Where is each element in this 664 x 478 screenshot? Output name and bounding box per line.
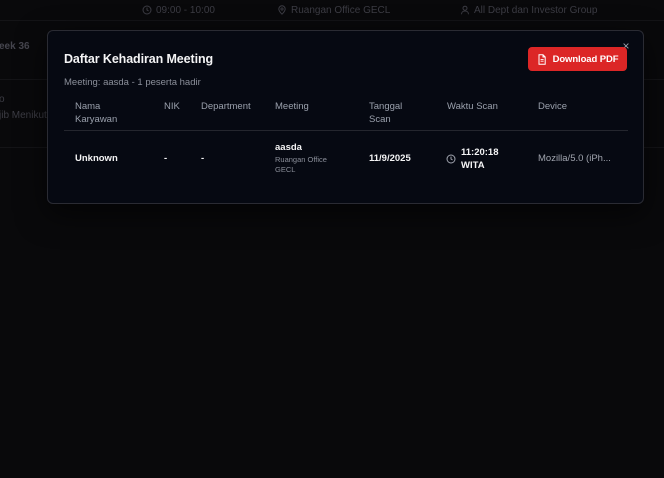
cell-tanggal: 11/9/2025 bbox=[369, 153, 411, 164]
download-pdf-button[interactable]: Download PDF bbox=[528, 47, 627, 71]
cell-nik: - bbox=[164, 153, 168, 164]
cell-department: - bbox=[201, 153, 205, 164]
col-tanggal-scan: Tanggal Scan bbox=[369, 101, 403, 125]
cell-meeting: aasda Ruangan Office GECL bbox=[275, 142, 327, 175]
col-meeting: Meeting bbox=[275, 101, 309, 112]
meeting-name: aasda bbox=[275, 142, 302, 153]
bg-schedule-row: 09:00 - 10:00 Ruangan Office GECL All De… bbox=[0, 0, 664, 21]
file-icon bbox=[538, 53, 546, 65]
col-waktu-scan: Waktu Scan bbox=[447, 101, 498, 112]
col-device: Device bbox=[538, 101, 568, 112]
user-icon bbox=[461, 5, 469, 15]
meeting-location: Ruangan Office GECL bbox=[275, 154, 327, 174]
map-pin-icon bbox=[278, 5, 286, 15]
cell-waktu: 11:20:18 WITA bbox=[461, 147, 499, 171]
attendance-modal: Daftar Kehadiran Meeting Meeting: aasda … bbox=[47, 30, 644, 204]
cell-device: Mozilla/5.0 (iPh... bbox=[538, 153, 611, 164]
col-nama-karyawan: Nama Karyawan bbox=[75, 101, 118, 125]
clock-icon bbox=[142, 5, 152, 15]
download-pdf-label: Download PDF bbox=[552, 53, 619, 65]
col-department: Department bbox=[201, 101, 251, 112]
header-divider bbox=[64, 130, 628, 131]
bg-location: Ruangan Office GECL bbox=[277, 5, 390, 16]
bg-audience: All Dept dan Investor Group bbox=[460, 5, 597, 16]
bg-time: 09:00 - 10:00 bbox=[142, 5, 215, 16]
modal-subtitle: Meeting: aasda - 1 peserta hadir bbox=[64, 77, 201, 88]
clock-icon bbox=[446, 154, 456, 164]
col-nik: NIK bbox=[164, 101, 180, 112]
bg-week-title: eek 36 bbox=[0, 41, 30, 52]
modal-title: Daftar Kehadiran Meeting bbox=[64, 52, 214, 66]
bg-row-3-text: o bbox=[0, 94, 5, 105]
cell-nama: Unknown bbox=[75, 153, 118, 164]
bg-row-3-desc: jib Menikut bbox=[0, 110, 47, 121]
